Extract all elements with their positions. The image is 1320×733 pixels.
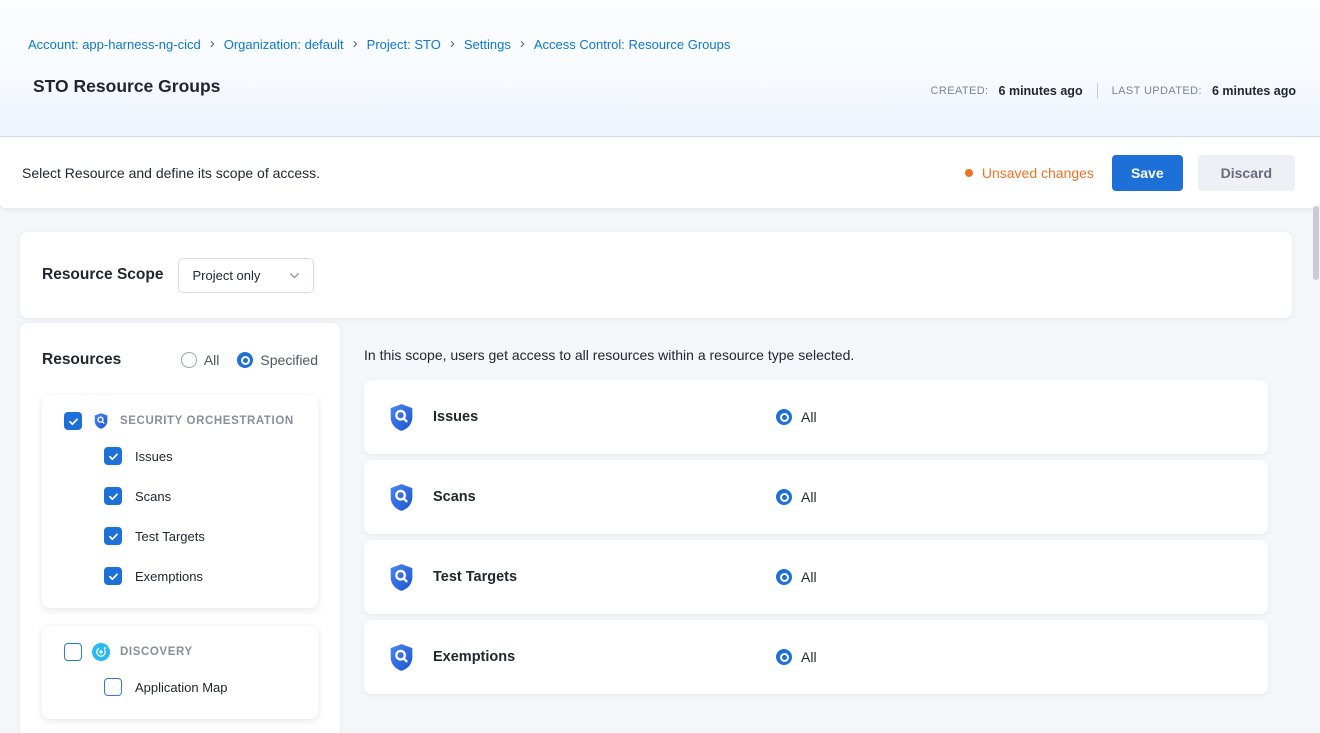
access-radio-all-issues[interactable]: All xyxy=(776,409,817,425)
sto-shield-icon xyxy=(386,402,417,433)
scope-description: In this scope, users get access to all r… xyxy=(364,347,1268,363)
resource-access-panel: In this scope, users get access to all r… xyxy=(364,323,1292,733)
vertical-scrollbar[interactable] xyxy=(1313,206,1319,280)
sto-shield-icon xyxy=(386,642,417,673)
last-updated-label: LAST UPDATED: xyxy=(1112,85,1202,97)
discard-button[interactable]: Discard xyxy=(1198,155,1295,191)
checkbox-application-map[interactable] xyxy=(104,678,122,696)
access-radio-label: All xyxy=(801,569,817,585)
created-value: 6 minutes ago xyxy=(999,84,1083,98)
access-radio-label: All xyxy=(801,409,817,425)
check-icon xyxy=(107,450,120,463)
radio-specified-label: Specified xyxy=(260,352,318,368)
checkbox-scans[interactable] xyxy=(104,487,122,505)
resource-scope-label: Resource Scope xyxy=(42,266,163,284)
breadcrumb-project[interactable]: Project: STO xyxy=(367,37,441,52)
resource-row-test-targets: Test Targets All xyxy=(364,540,1268,614)
radio-all-label: All xyxy=(204,352,220,368)
radio-selected-icon[interactable] xyxy=(776,569,792,585)
checkbox-exemptions[interactable] xyxy=(104,567,122,585)
access-radio-all-scans[interactable]: All xyxy=(776,489,817,505)
sto-shield-icon xyxy=(386,482,417,513)
resource-item-label: Application Map xyxy=(135,680,228,695)
resource-item-label: Exemptions xyxy=(135,569,203,584)
resource-row-label: Issues xyxy=(433,409,478,425)
radio-selected-icon[interactable] xyxy=(776,409,792,425)
access-radio-all-test-targets[interactable]: All xyxy=(776,569,817,585)
breadcrumb: Account: app-harness-ng-cicd › Organizat… xyxy=(28,37,730,52)
unsaved-changes-indicator: Unsaved changes xyxy=(965,165,1094,181)
checkbox-discovery[interactable] xyxy=(64,643,82,661)
radio-selected-icon[interactable] xyxy=(237,352,253,368)
resource-row-label: Test Targets xyxy=(433,569,517,585)
resource-item-scans: Scans xyxy=(104,476,304,516)
save-button[interactable]: Save xyxy=(1112,155,1183,191)
header-metadata: CREATED: 6 minutes ago LAST UPDATED: 6 m… xyxy=(931,83,1296,99)
chevron-right-icon: › xyxy=(210,36,215,51)
breadcrumb-account[interactable]: Account: app-harness-ng-cicd xyxy=(28,37,201,52)
radio-selected-icon[interactable] xyxy=(776,489,792,505)
breadcrumb-access-control[interactable]: Access Control: Resource Groups xyxy=(534,37,731,52)
toolbar-description: Select Resource and define its scope of … xyxy=(22,165,320,181)
page-header: Account: app-harness-ng-cicd › Organizat… xyxy=(0,0,1320,137)
last-updated-value: 6 minutes ago xyxy=(1212,84,1296,98)
check-icon xyxy=(67,415,80,428)
discovery-icon xyxy=(92,643,110,661)
action-toolbar: Select Resource and define its scope of … xyxy=(0,137,1320,208)
radio-all[interactable]: All xyxy=(181,352,220,368)
chevron-down-icon xyxy=(288,269,301,282)
sto-shield-icon xyxy=(386,562,417,593)
resource-group-security-orchestration: SECURITY ORCHESTRATION Issues Scans Test… xyxy=(42,395,318,608)
check-icon xyxy=(107,490,120,503)
resource-item-exemptions: Exemptions xyxy=(104,556,304,596)
breadcrumb-organization[interactable]: Organization: default xyxy=(224,37,344,52)
checkbox-test-targets[interactable] xyxy=(104,527,122,545)
resource-item-test-targets: Test Targets xyxy=(104,516,304,556)
checkbox-issues[interactable] xyxy=(104,447,122,465)
resources-mode-radio-group: All Specified xyxy=(181,352,318,368)
resource-item-issues: Issues xyxy=(104,436,304,476)
resources-title: Resources xyxy=(42,351,121,369)
resource-row-label: Exemptions xyxy=(433,649,515,665)
radio-unselected-icon[interactable] xyxy=(181,352,197,368)
chevron-right-icon: › xyxy=(353,36,358,51)
resource-scope-selected-value: Project only xyxy=(192,268,260,283)
resource-scope-dropdown[interactable]: Project only xyxy=(178,258,314,293)
created-label: CREATED: xyxy=(931,85,989,97)
access-radio-label: All xyxy=(801,489,817,505)
unsaved-changes-label: Unsaved changes xyxy=(982,165,1094,181)
resource-item-application-map: Application Map xyxy=(104,667,304,707)
resource-group-discovery: DISCOVERY Application Map xyxy=(42,626,318,719)
breadcrumb-settings[interactable]: Settings xyxy=(464,37,511,52)
radio-specified[interactable]: Specified xyxy=(237,352,318,368)
resource-row-exemptions: Exemptions All xyxy=(364,620,1268,694)
main-content: Resource Scope Project only Resources Al… xyxy=(0,208,1320,733)
group-label: SECURITY ORCHESTRATION xyxy=(120,415,294,427)
radio-selected-icon[interactable] xyxy=(776,649,792,665)
resource-item-label: Issues xyxy=(135,449,173,464)
access-radio-all-exemptions[interactable]: All xyxy=(776,649,817,665)
resource-row-label: Scans xyxy=(433,489,476,505)
resource-row-scans: Scans All xyxy=(364,460,1268,534)
checkbox-security-orchestration[interactable] xyxy=(64,412,82,430)
resource-scope-card: Resource Scope Project only xyxy=(20,232,1292,318)
resource-item-label: Scans xyxy=(135,489,171,504)
check-icon xyxy=(107,530,120,543)
chevron-right-icon: › xyxy=(450,36,455,51)
sto-shield-icon xyxy=(92,412,110,430)
resource-item-label: Test Targets xyxy=(135,529,205,544)
chevron-right-icon: › xyxy=(520,36,525,51)
check-icon xyxy=(107,570,120,583)
resources-panel: Resources All Specified xyxy=(20,323,340,733)
access-radio-label: All xyxy=(801,649,817,665)
resource-row-issues: Issues All xyxy=(364,380,1268,454)
page-title: STO Resource Groups xyxy=(33,76,220,97)
unsaved-dot-icon xyxy=(965,169,973,177)
meta-divider xyxy=(1097,83,1098,99)
group-label: DISCOVERY xyxy=(120,646,193,658)
